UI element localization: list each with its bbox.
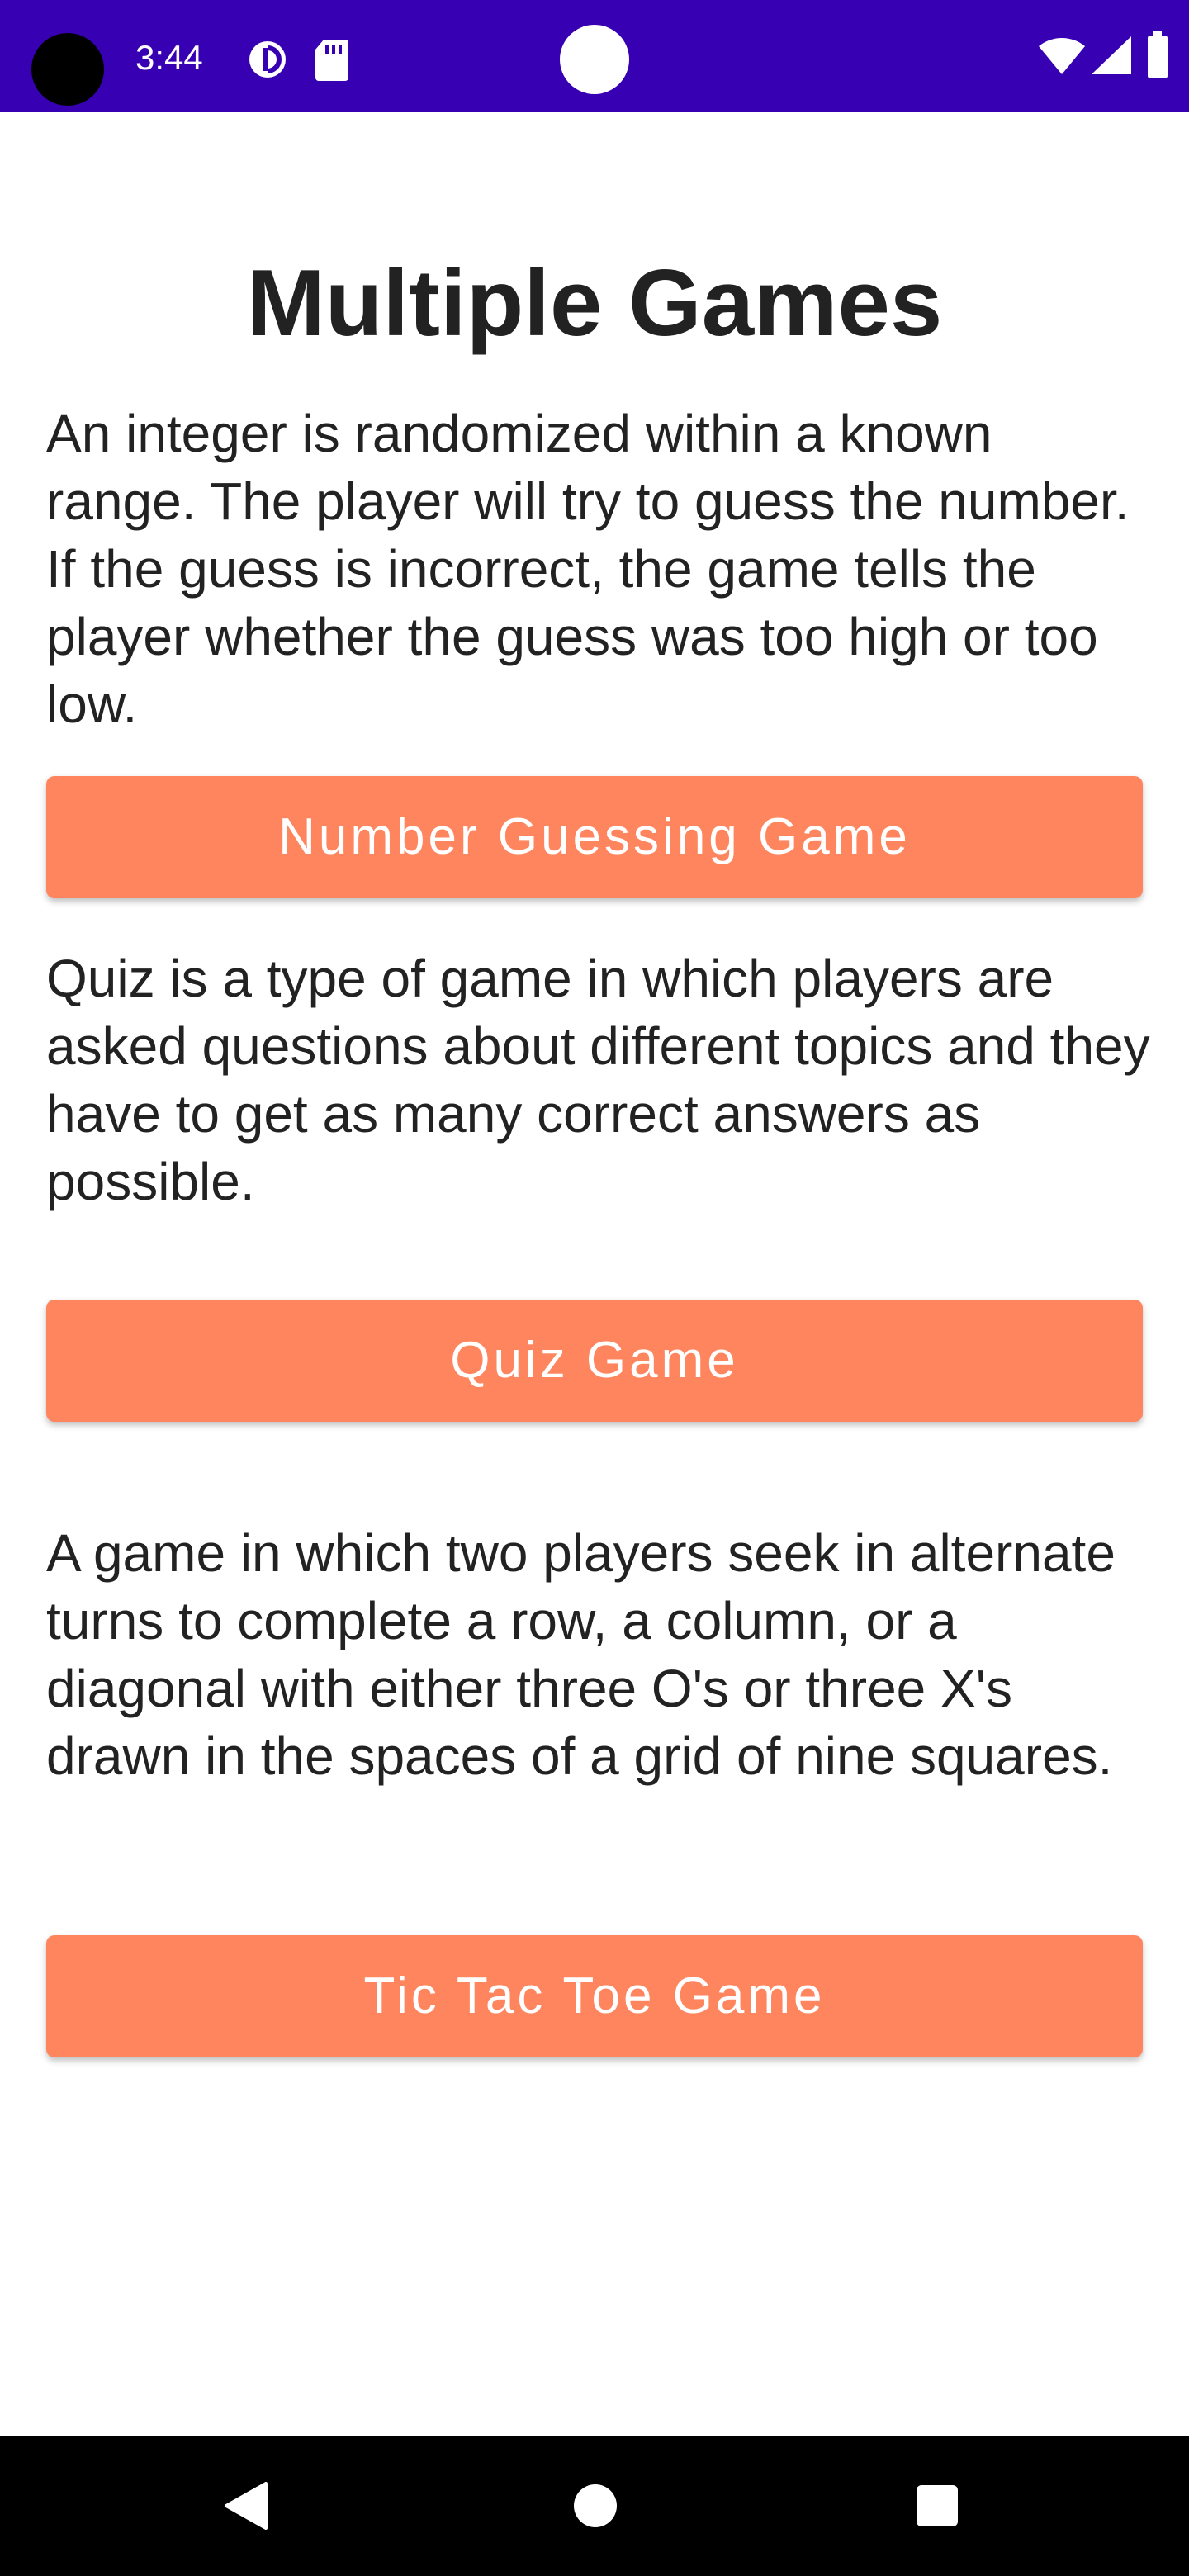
center-indicator: [560, 25, 629, 94]
status-bar: 3:44: [0, 0, 1189, 112]
quiz-game-button[interactable]: Quiz Game: [46, 1300, 1143, 1422]
navigation-bar: [0, 2436, 1189, 2576]
battery-icon: [1148, 31, 1168, 78]
wifi-icon: [1039, 37, 1085, 74]
quiz-description: Quiz is a type of game in which players …: [46, 949, 1150, 1211]
page-title: Multiple Games: [246, 251, 943, 356]
home-icon[interactable]: [550, 2460, 641, 2551]
number-guessing-game-button[interactable]: Number Guessing Game: [46, 776, 1143, 898]
tic-tac-toe-game-button[interactable]: Tic Tac Toe Game: [46, 1935, 1143, 2057]
recents-icon[interactable]: [892, 2460, 983, 2551]
main-content: Multiple Games An integer is randomized …: [0, 112, 1189, 2436]
data-saver-icon: [249, 41, 286, 78]
number-guessing-description: An integer is randomized within a known …: [46, 404, 1130, 734]
back-icon[interactable]: [203, 2460, 294, 2551]
status-time: 3:44: [135, 38, 203, 77]
sd-card-icon: [315, 40, 348, 81]
camera-cutout: [31, 33, 104, 106]
tic-tac-toe-description: A game in which two players seek in alte…: [46, 1523, 1116, 1786]
signal-icon: [1092, 36, 1131, 74]
